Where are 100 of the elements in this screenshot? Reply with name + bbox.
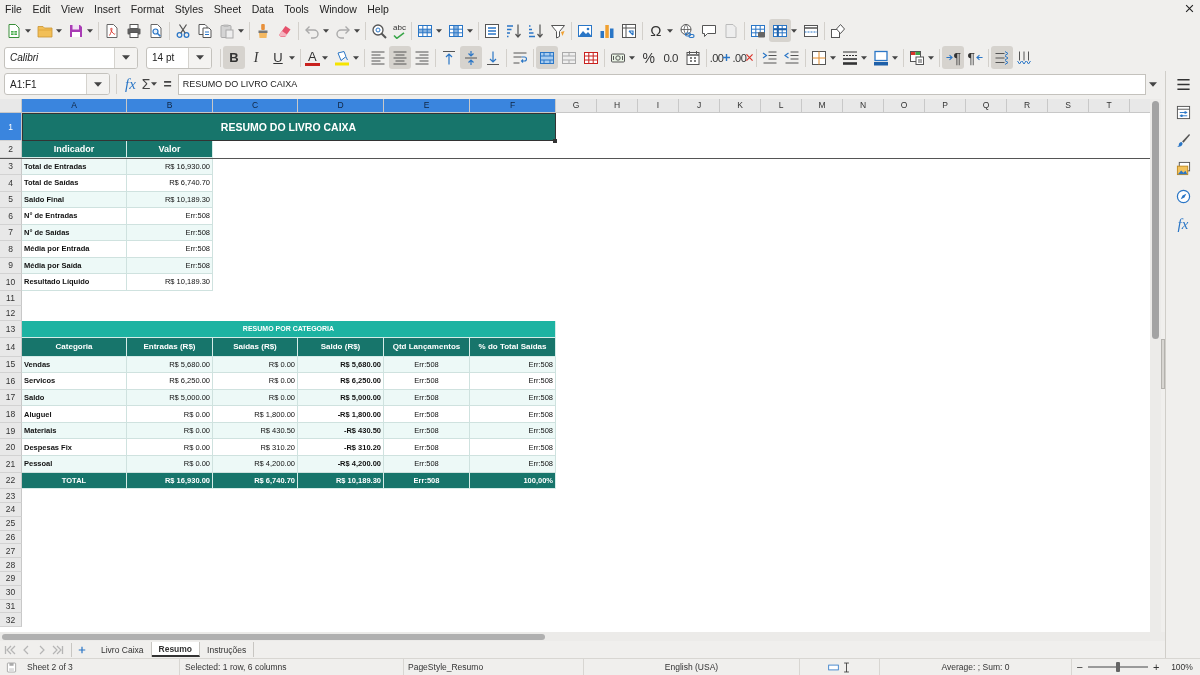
caret-icon[interactable] — [352, 55, 359, 60]
caret-icon[interactable] — [1149, 81, 1157, 87]
column-header[interactable]: D — [298, 99, 384, 112]
column-header[interactable]: S — [1048, 99, 1089, 112]
bar-chart-icon[interactable] — [598, 22, 615, 39]
grid-icon[interactable] — [582, 49, 599, 66]
column-header[interactable]: P — [925, 99, 966, 112]
cut-icon[interactable] — [175, 22, 191, 39]
document-magnifier-icon[interactable] — [148, 22, 164, 39]
underline-button[interactable]: U — [267, 46, 289, 69]
column-header[interactable]: F — [470, 99, 556, 112]
caret-icon[interactable] — [466, 28, 473, 33]
menu-item[interactable]: Help — [367, 2, 389, 15]
search-icon[interactable] — [371, 22, 387, 39]
row-header[interactable]: 20 — [0, 439, 22, 457]
wrap-text-icon[interactable] — [511, 49, 528, 66]
window-sliders-icon[interactable] — [1175, 105, 1191, 120]
number-format-button[interactable]: 0.0 — [659, 46, 682, 69]
pdf-icon[interactable] — [104, 22, 120, 39]
menu-item[interactable]: Format — [130, 2, 165, 15]
column-header[interactable]: M — [802, 99, 843, 112]
scrollbar-thumb[interactable] — [2, 633, 545, 640]
formula-button[interactable]: = — [160, 72, 175, 96]
row-header[interactable]: 21 — [0, 456, 22, 473]
caret-icon[interactable] — [196, 55, 204, 60]
caret-icon[interactable] — [25, 28, 31, 33]
scrollbar-thumb[interactable] — [1152, 101, 1159, 339]
table-icon[interactable] — [909, 49, 926, 66]
menu-item[interactable]: View — [61, 2, 84, 15]
sum-button[interactable]: Σ — [137, 72, 152, 96]
row-header[interactable]: 6 — [0, 208, 22, 225]
caret-icon[interactable] — [87, 28, 93, 33]
save-icon[interactable] — [68, 22, 84, 39]
copy-icon[interactable] — [197, 22, 213, 39]
row-header[interactable]: 1 — [0, 113, 22, 141]
freeze-rows-columns-button[interactable] — [768, 19, 791, 42]
image-icon[interactable] — [576, 22, 593, 39]
menu-item[interactable]: Tools — [284, 2, 309, 15]
column-header[interactable]: E — [384, 99, 470, 112]
horizontal-scrollbar[interactable] — [0, 632, 1165, 641]
vertical-scrollbar[interactable] — [1150, 99, 1161, 632]
caret-icon[interactable] — [628, 55, 635, 60]
column-header[interactable]: G — [556, 99, 597, 112]
functions-button[interactable]: fx — [1177, 217, 1189, 232]
brush-icon[interactable] — [1175, 133, 1191, 148]
caret-icon[interactable] — [94, 81, 102, 87]
caret-icon[interactable] — [238, 28, 244, 33]
compass-icon[interactable] — [1175, 189, 1191, 204]
column-header[interactable]: Q — [966, 99, 1007, 112]
column-header[interactable]: K — [720, 99, 761, 112]
sheet-tab[interactable]: Resumo — [151, 642, 201, 657]
caret-icon[interactable] — [830, 55, 837, 60]
caret-icon[interactable] — [323, 28, 329, 33]
valign-center-button[interactable] — [459, 46, 482, 69]
function-wizard-button[interactable]: fx — [123, 72, 138, 96]
menu-item[interactable]: Edit — [32, 2, 51, 15]
table-title[interactable]: RESUMO DO LIVRO CAIXA — [22, 113, 556, 141]
formula-input[interactable]: RESUMO DO LIVRO CAIXA — [177, 73, 1146, 95]
delete-decimal-button[interactable]: .00 — [731, 46, 755, 69]
menu-item[interactable]: File — [5, 2, 22, 15]
caret-icon[interactable] — [892, 55, 899, 60]
indent-decrease-icon[interactable] — [784, 49, 801, 66]
font-size-box[interactable]: 14 pt — [146, 46, 212, 69]
table-arrow-icon[interactable] — [620, 22, 637, 39]
column-header[interactable]: L — [761, 99, 802, 112]
shapes-icon[interactable] — [829, 22, 846, 39]
sheet-tab[interactable]: Instruções — [200, 642, 255, 657]
frame-color-icon[interactable] — [873, 49, 890, 66]
column-header[interactable]: J — [679, 99, 720, 112]
align-center-button[interactable] — [388, 46, 411, 69]
special-character-button[interactable]: Ω — [644, 19, 667, 42]
row-header[interactable]: 27 — [0, 544, 22, 559]
font-color-button[interactable]: A — [305, 49, 320, 66]
caret-icon[interactable] — [151, 82, 158, 86]
column-header[interactable]: A — [22, 99, 127, 112]
column-header[interactable]: O — [884, 99, 925, 112]
font-name-box[interactable]: Calibri — [4, 46, 138, 69]
borders-icon[interactable] — [811, 49, 828, 66]
merge-center-button[interactable] — [535, 46, 558, 69]
plus-icon[interactable] — [78, 645, 86, 654]
sheet-tab[interactable]: Livro Caixa — [94, 642, 152, 657]
sidebar-grip[interactable] — [1161, 339, 1165, 389]
column-header[interactable]: B — [127, 99, 213, 112]
row-header[interactable]: 16 — [0, 373, 22, 390]
spelling-button[interactable]: abc — [390, 19, 409, 42]
menu-item[interactable]: Insert — [94, 2, 121, 15]
paragraph-ltr-button[interactable]: ¶ — [942, 46, 965, 69]
spreadsheet-icon[interactable] — [6, 22, 22, 39]
sort-ascending-icon[interactable] — [505, 22, 522, 39]
caret-icon[interactable] — [289, 55, 295, 60]
column-header[interactable]: I — [638, 99, 679, 112]
row-header[interactable]: 29 — [0, 572, 22, 586]
column-header[interactable]: C — [213, 99, 298, 112]
row-header[interactable]: 4 — [0, 175, 22, 192]
caret-icon[interactable] — [321, 55, 328, 60]
line-styles-icon[interactable] — [842, 49, 859, 66]
table-columns-icon[interactable] — [447, 22, 464, 39]
caret-icon[interactable] — [435, 28, 442, 33]
zoom-in-button[interactable]: + — [1151, 661, 1162, 673]
globe-link-icon[interactable] — [678, 22, 695, 39]
